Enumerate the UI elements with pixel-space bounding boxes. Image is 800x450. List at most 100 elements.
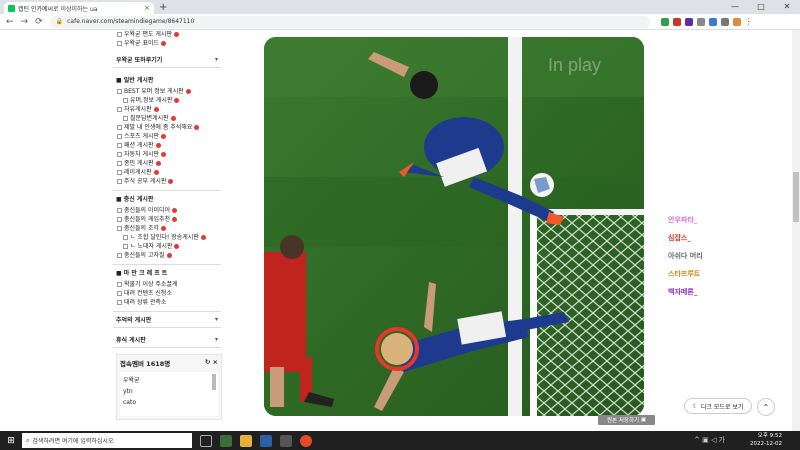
new-badge-icon	[155, 161, 161, 166]
reload-button[interactable]: ⟳	[35, 17, 43, 27]
sidebar-item[interactable]: 우왁굳 편도 게시판	[113, 30, 221, 39]
maximize-button[interactable]: □	[748, 0, 774, 14]
section-recall-header[interactable]: 우왁굳 또하루기기 ▾	[113, 52, 221, 68]
file-explorer-icon[interactable]	[240, 434, 252, 447]
chat-username: 안우파타_	[668, 216, 698, 224]
page-scrollbar[interactable]	[792, 30, 800, 431]
board-icon	[123, 116, 128, 121]
sidebar-item[interactable]: 충신들의 고자질	[113, 251, 221, 260]
sidebar-item[interactable]: 충신들의 조각	[113, 224, 221, 233]
dark-mode-button[interactable]: ☾ 다크 모드로 보기	[684, 398, 752, 414]
sidebar-item[interactable]: 제발 내 인생에 좀 추석해요	[113, 123, 221, 132]
online-members-controls[interactable]: ↻ ×	[205, 358, 218, 368]
sidebar-item-label: 유머,정보 게시판	[130, 97, 173, 104]
member-item[interactable]: 우왁굳	[123, 375, 215, 386]
new-badge-icon	[155, 143, 161, 148]
windows-taskbar: ⊞ ⌕ 검색하려면 여기에 입력하십시오 ^ ▣ ◁ 가 오후 9:52 202…	[0, 431, 800, 450]
sidebar-item[interactable]: 종민 게시판	[113, 159, 221, 168]
sidebar-item[interactable]: 주식 공부 게시판	[113, 177, 221, 186]
scroll-top-button[interactable]: ⌃	[757, 398, 775, 416]
chat-username: 백자메론_	[668, 288, 698, 296]
chevron-down-icon: ▾	[214, 56, 218, 63]
sidebar-item[interactable]: BEST 유머 정보 게시판	[113, 87, 221, 96]
new-badge-icon	[153, 170, 159, 175]
menu-kebab-icon[interactable]: ⋮	[745, 17, 753, 26]
sidebar-item[interactable]: ㄴ 노대자 게시판	[113, 242, 221, 251]
sidebar-item-label: 왁물기 이상 주소끌게	[124, 281, 178, 288]
new-badge-icon	[170, 116, 176, 121]
task-view-icon[interactable]	[200, 434, 212, 447]
sidebar-item[interactable]: 패션 게시판	[113, 141, 221, 150]
sidebar-item-label: 스포츠 게시판	[124, 133, 160, 140]
board-icon	[117, 179, 122, 184]
sidebar-item[interactable]: 대려 상류 관측소	[113, 298, 221, 307]
sidebar-item-label: 패션 게시판	[124, 142, 154, 149]
minimize-button[interactable]: —	[722, 0, 748, 14]
new-tab-button[interactable]: +	[159, 2, 167, 14]
member-item[interactable]: cato	[123, 397, 215, 408]
save-original-button[interactable]: 원본 저장하기 ▣	[598, 415, 655, 425]
close-window-button[interactable]: ✕	[774, 0, 800, 14]
windows-start-icon[interactable]: ⊞	[0, 436, 22, 446]
sidebar-item[interactable]: 스포츠 게시판	[113, 132, 221, 141]
sidebar-item[interactable]: 유머,정보 게시판	[113, 96, 221, 105]
board-icon	[117, 32, 122, 37]
cafe-sidebar: 우왁굳 편도 게시판 우왁굳 표이드 우왁굳 또하루기기 ▾ ■ 일반 게시판 …	[113, 30, 222, 431]
clock[interactable]: 오후 9:52 2022-12-02	[750, 432, 782, 448]
content-board-list: 왁물기 이상 주소끌게 대려 컨텐츠 신청소 대려 상류 관측소	[113, 280, 221, 307]
board-icon	[117, 125, 122, 130]
section-general-header: ■ 일반 게시판	[116, 77, 154, 84]
chat-message	[668, 297, 748, 306]
browser-tab[interactable]: 캡틴 인카예씨로 이상이하는 ua ×	[4, 2, 154, 14]
extension-blue-icon[interactable]	[708, 17, 717, 26]
lock-icon: 🔒	[55, 18, 64, 25]
profile-avatar[interactable]	[732, 17, 741, 26]
sidebar-item[interactable]: 충신들의 게임추천	[113, 215, 221, 224]
chrome-app-icon[interactable]	[300, 434, 312, 447]
sidebar-item[interactable]: 왁물기 이상 주소끌게	[113, 280, 221, 289]
sidebar-item[interactable]: 레이게시판	[113, 168, 221, 177]
sidebar-item-label: 레이게시판	[124, 169, 152, 176]
sidebar-item-label: 질문답변게시판	[130, 115, 169, 122]
back-button[interactable]: ←	[6, 17, 14, 27]
sidebar-item[interactable]: 질문답변게시판	[113, 114, 221, 123]
minecraft-app-icon[interactable]	[220, 434, 232, 447]
page-content: 우왁굳 편도 게시판 우왁굳 표이드 우왁굳 또하루기기 ▾ ■ 일반 게시판 …	[0, 30, 800, 431]
sidebar-item[interactable]: 자동차 게시판	[113, 150, 221, 159]
new-badge-icon	[200, 235, 206, 240]
app-folder-icon[interactable]	[280, 434, 292, 447]
tab-close-button[interactable]: ×	[144, 4, 150, 12]
sidebar-item[interactable]: ㄴ 조합 달인다! 장송게시판	[113, 233, 221, 242]
member-item[interactable]: ytn	[123, 386, 215, 397]
extensions-bar: ⋮	[660, 17, 753, 26]
sidebar-item[interactable]: 대려 컨텐츠 신청소	[113, 289, 221, 298]
board-icon	[117, 208, 122, 213]
extension-red-icon[interactable]	[672, 17, 681, 26]
taskbar-apps	[200, 434, 312, 447]
section-memory-header[interactable]: 추억의 게시판 ▾	[113, 311, 221, 328]
sidebar-item-label: 제발 내 인생에 좀 추석해요	[124, 124, 193, 131]
extension-gray-icon[interactable]	[720, 17, 729, 26]
sidebar-item-label: 종민 게시판	[124, 160, 154, 167]
video-player[interactable]	[264, 37, 644, 416]
extension-v-icon[interactable]	[684, 17, 693, 26]
sidebar-item[interactable]: 충신들의 아이디어	[113, 206, 221, 215]
address-bar[interactable]: 🔒 cafe.naver.com/steamindiegame/8647110	[49, 15, 650, 28]
app-v-icon[interactable]	[260, 434, 272, 447]
tab-title: 캡틴 인카예씨로 이상이하는 ua	[18, 5, 98, 13]
section-misc-header[interactable]: 휴식 게시판 ▾	[113, 332, 221, 348]
forward-button[interactable]: →	[21, 17, 29, 27]
system-tray[interactable]: ^ ▣ ◁ 가	[694, 435, 725, 445]
section-content-header: ■ 마 만 크 레 프 트	[113, 264, 221, 280]
chat-list: 안우파타_ 심잡스_ 아쉬다 머리 스타프루트 백자메론_	[668, 216, 748, 306]
members-scrollbar[interactable]	[212, 374, 216, 390]
taskbar-search[interactable]: ⌕ 검색하려면 여기에 입력하십시오	[22, 433, 192, 448]
board-icon	[117, 143, 122, 148]
new-badge-icon	[161, 134, 167, 139]
extension-puzzle-icon[interactable]	[696, 17, 705, 26]
fans-board-list: 충신들의 아이디어 충신들의 게임추천 충신들의 조각 ㄴ 조합 달인다! 장송게시판…	[113, 206, 221, 260]
extension-green-icon[interactable]	[660, 17, 669, 26]
sidebar-item[interactable]: 자유게시판	[113, 105, 221, 114]
page-scrollbar-thumb[interactable]	[793, 172, 799, 222]
sidebar-item[interactable]: 우왁굳 표이드	[113, 39, 221, 48]
